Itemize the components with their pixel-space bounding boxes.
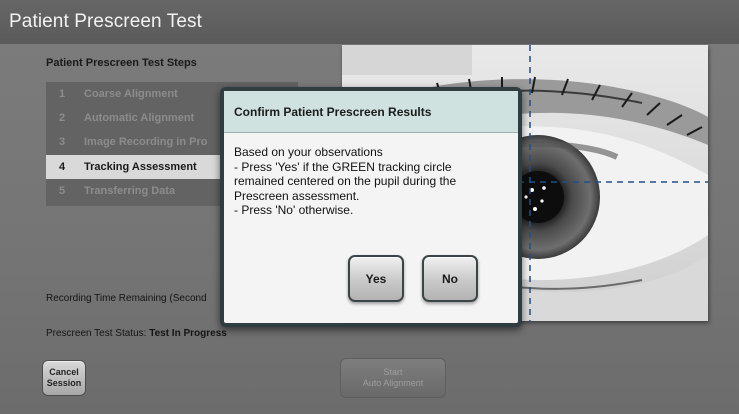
cancel-label-line2: Session: [46, 378, 82, 388]
dialog-line: - Press 'No' otherwise.: [234, 203, 354, 217]
no-button[interactable]: No: [422, 255, 478, 302]
cancel-session-button[interactable]: Cancel Session: [42, 360, 86, 396]
step-label: Transferring Data: [84, 185, 176, 197]
app-title: Patient Prescreen Test: [9, 11, 203, 32]
step-label: Image Recording in Pro: [84, 136, 208, 148]
step-number: 5: [59, 185, 66, 197]
steps-heading: Patient Prescreen Test Steps: [46, 57, 197, 69]
start-auto-alignment-button[interactable]: Start Auto Alignment: [340, 358, 446, 398]
step-label: Tracking Assessment: [84, 161, 197, 173]
step-number: 2: [59, 112, 66, 124]
step-label: Coarse Alignment: [84, 88, 178, 100]
app-title-bar: Patient Prescreen Test: [0, 0, 739, 44]
recording-time-remaining-label: Recording Time Remaining (Second: [46, 293, 207, 304]
step-label: Automatic Alignment: [84, 112, 195, 124]
status-value: Test In Progress: [149, 328, 227, 339]
dialog-line: remained centered on the pupil during th…: [234, 174, 457, 188]
prescreen-test-status: Prescreen Test Status: Test In Progress: [46, 328, 227, 339]
step-number: 4: [59, 161, 66, 173]
start-label-line2: Auto Alignment: [362, 378, 424, 388]
step-number: 3: [59, 136, 66, 148]
dialog-line: - Press 'Yes' if the GREEN tracking circ…: [234, 159, 452, 174]
dialog-line: Based on your observations: [234, 145, 383, 159]
dialog-line: Prescreen assessment.: [234, 188, 360, 203]
step-number: 1: [59, 88, 66, 100]
status-label: Prescreen Test Status:: [46, 328, 147, 339]
dialog-title: Confirm Patient Prescreen Results: [224, 91, 518, 133]
dialog-message: Based on your observations - Press 'Yes'…: [234, 145, 518, 218]
confirm-results-dialog: Confirm Patient Prescreen Results Based …: [220, 87, 522, 327]
yes-button[interactable]: Yes: [348, 255, 404, 302]
cancel-label-line1: Cancel: [49, 367, 79, 377]
start-label-line1: Start: [383, 367, 403, 377]
